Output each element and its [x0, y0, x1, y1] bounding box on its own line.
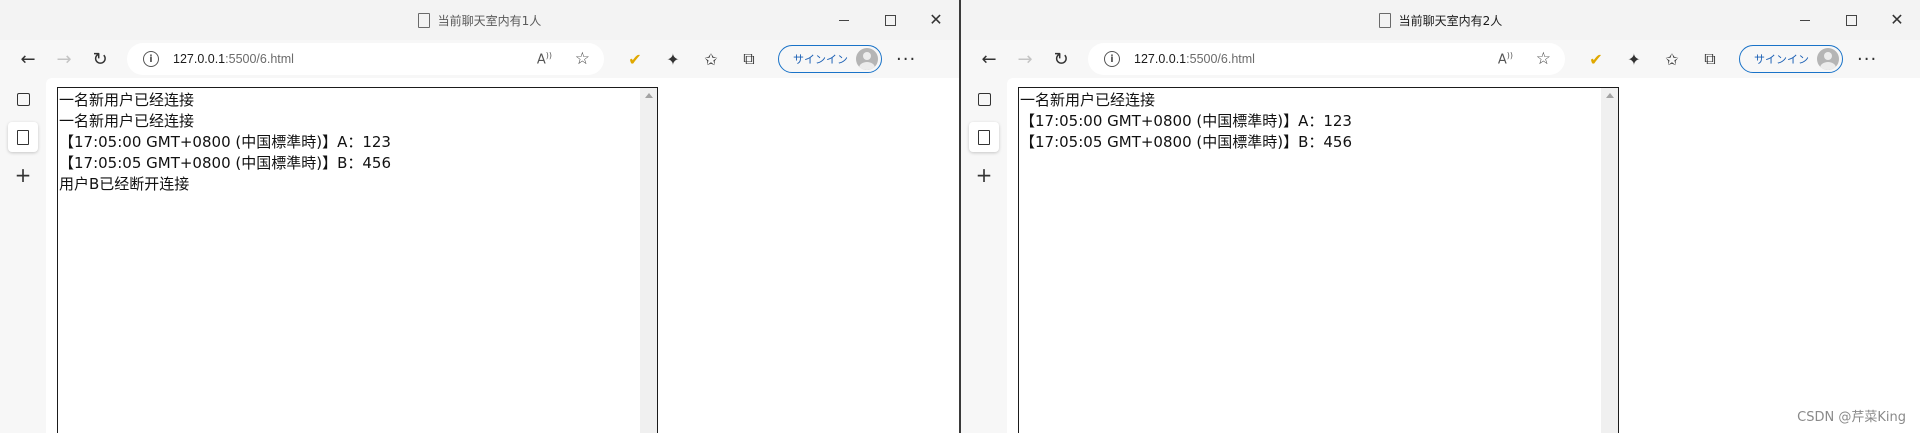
arrow-right-icon: →: [1017, 48, 1033, 70]
message-item: 【17:05:05 GMT+0800 (中国標準時)】B：456: [1020, 133, 1353, 151]
message-item: 一名新用户已经连接: [1020, 91, 1156, 109]
address-bar[interactable]: i 127.0.0.1:5500/6.html A)) ☆: [127, 43, 604, 75]
signin-label: サインイン: [1754, 53, 1809, 66]
browser-window-left: 当前聊天室内有1人 ✕ ← → ↻ i 127.0.0.1:5500/6.htm…: [0, 0, 959, 433]
window-title-text: 当前聊天室内有2人: [1398, 13, 1503, 28]
avatar-icon: [1817, 48, 1839, 70]
close-icon: ✕: [1890, 10, 1904, 29]
more-icon[interactable]: ···: [896, 49, 916, 70]
back-button[interactable]: ←: [10, 43, 46, 75]
avatar-icon: [856, 48, 878, 70]
star-plus-icon[interactable]: ☆: [575, 49, 590, 69]
scrollbar[interactable]: [1601, 88, 1618, 433]
scrollbar[interactable]: [640, 88, 657, 433]
read-aloud-icon[interactable]: A)): [1498, 51, 1513, 67]
forward-button[interactable]: →: [1007, 43, 1043, 75]
favorites-icon[interactable]: ✩: [1653, 43, 1691, 75]
title-bar: 当前聊天室内有2人 ✕: [961, 0, 1920, 40]
signin-button[interactable]: サインイン: [1739, 45, 1843, 73]
document-icon: [417, 12, 430, 28]
refresh-icon: ↻: [92, 48, 108, 70]
favorites-icon[interactable]: ✩: [692, 43, 730, 75]
new-tab-button[interactable]: +: [969, 160, 999, 190]
tab-actions-button[interactable]: [969, 84, 999, 114]
close-button[interactable]: ✕: [1874, 0, 1920, 40]
minimize-icon: [839, 19, 849, 21]
tab-actions-button[interactable]: [8, 84, 38, 114]
message-item: 一名新用户已经连接: [59, 91, 195, 109]
star-plus-icon[interactable]: ☆: [1536, 49, 1551, 69]
maximize-icon: [884, 14, 896, 26]
message-list: 一名新用户已经连接 一名新用户已经连接 【17:05:00 GMT+0800 (…: [59, 90, 639, 195]
scroll-up-icon[interactable]: [1606, 93, 1614, 98]
close-icon: ✕: [929, 10, 943, 29]
arrow-left-icon: ←: [981, 48, 997, 70]
window-title: 当前聊天室内有1人: [0, 0, 959, 40]
refresh-icon: ↻: [1053, 48, 1069, 70]
info-icon[interactable]: i: [143, 51, 159, 67]
plus-icon: +: [975, 163, 993, 187]
refresh-button[interactable]: ↻: [82, 43, 118, 75]
chat-log[interactable]: 一名新用户已经连接 【17:05:00 GMT+0800 (中国標準時)】A：1…: [1018, 87, 1619, 433]
plus-icon: +: [14, 163, 32, 187]
minimize-button[interactable]: [821, 0, 867, 40]
address-bar[interactable]: i 127.0.0.1:5500/6.html A)) ☆: [1088, 43, 1565, 75]
scroll-up-icon[interactable]: [645, 93, 653, 98]
tab-current[interactable]: [969, 122, 999, 152]
minimize-button[interactable]: [1782, 0, 1828, 40]
arrow-right-icon: →: [56, 48, 72, 70]
window-title-text: 当前聊天室内有1人: [437, 13, 542, 28]
back-button[interactable]: ←: [971, 43, 1007, 75]
puzzle-icon[interactable]: ✦: [654, 43, 692, 75]
minimize-icon: [1800, 19, 1810, 21]
page-icon: [17, 129, 29, 145]
collections-icon[interactable]: ⧉: [730, 43, 768, 75]
url-text[interactable]: 127.0.0.1:5500/6.html: [173, 52, 294, 66]
browser-window-right: 当前聊天室内有2人 ✕ ← → ↻ i 127.0.0.1:5500/6.htm…: [961, 0, 1920, 433]
maximize-icon: [1845, 14, 1857, 26]
tab-current[interactable]: [8, 122, 38, 152]
close-button[interactable]: ✕: [913, 0, 959, 40]
checkmark-extension-icon[interactable]: ✔: [1577, 43, 1615, 75]
signin-label: サインイン: [793, 53, 848, 66]
vertical-tab-bar: +: [0, 78, 46, 433]
checkmark-extension-icon[interactable]: ✔: [616, 43, 654, 75]
url-text[interactable]: 127.0.0.1:5500/6.html: [1134, 52, 1255, 66]
signin-button[interactable]: サインイン: [778, 45, 882, 73]
more-icon[interactable]: ···: [1857, 49, 1877, 70]
title-bar: 当前聊天室内有1人 ✕: [0, 0, 959, 40]
maximize-button[interactable]: [1828, 0, 1874, 40]
message-item: 【17:05:05 GMT+0800 (中国標準時)】B：456: [59, 154, 392, 172]
window-title: 当前聊天室内有2人: [961, 0, 1920, 40]
vertical-tab-bar: +: [961, 78, 1007, 433]
refresh-button[interactable]: ↻: [1043, 43, 1079, 75]
message-item: 一名新用户已经连接: [59, 112, 195, 130]
browser-toolbar: ← → ↻ i 127.0.0.1:5500/6.html A)) ☆ ✔ ✦ …: [961, 40, 1920, 78]
page-content: 一名新用户已经连接 【17:05:00 GMT+0800 (中国標準時)】A：1…: [1007, 78, 1920, 433]
read-aloud-icon[interactable]: A)): [537, 51, 552, 67]
new-tab-button[interactable]: +: [8, 160, 38, 190]
page-icon: [978, 129, 990, 145]
tab-actions-icon: [16, 92, 30, 106]
message-item: 用户B已经断开连接: [59, 175, 190, 193]
page-content: 一名新用户已经连接 一名新用户已经连接 【17:05:00 GMT+0800 (…: [46, 78, 959, 433]
message-item: 【17:05:00 GMT+0800 (中国標準時)】A：123: [1020, 112, 1352, 130]
arrow-left-icon: ←: [20, 48, 36, 70]
watermark: CSDN @芹菜King: [1797, 410, 1906, 425]
message-list: 一名新用户已经连接 【17:05:00 GMT+0800 (中国標準時)】A：1…: [1020, 90, 1600, 153]
document-icon: [1378, 12, 1391, 28]
info-icon[interactable]: i: [1104, 51, 1120, 67]
maximize-button[interactable]: [867, 0, 913, 40]
browser-toolbar: ← → ↻ i 127.0.0.1:5500/6.html A)) ☆ ✔ ✦ …: [0, 40, 959, 78]
tab-actions-icon: [977, 92, 991, 106]
collections-icon[interactable]: ⧉: [1691, 43, 1729, 75]
chat-log[interactable]: 一名新用户已经连接 一名新用户已经连接 【17:05:00 GMT+0800 (…: [57, 87, 658, 433]
forward-button[interactable]: →: [46, 43, 82, 75]
message-item: 【17:05:00 GMT+0800 (中国標準時)】A：123: [59, 133, 391, 151]
puzzle-icon[interactable]: ✦: [1615, 43, 1653, 75]
